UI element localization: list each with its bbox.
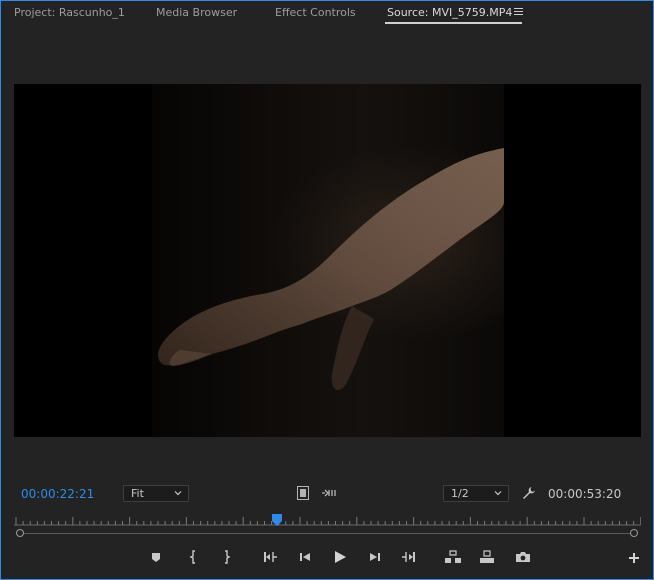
zoom-end-handle[interactable] [630,529,638,537]
go-to-in-icon [264,552,277,562]
duration-timecode: 00:00:53:20 [548,487,622,501]
add-marker-button[interactable] [147,549,165,565]
overwrite-button[interactable] [478,549,496,565]
current-timecode[interactable]: 00:00:22:21 [21,487,94,501]
video-frame-image [152,84,504,437]
tab-project[interactable]: Project: Rascunho_1 [14,6,125,24]
zoom-level-select[interactable]: Fit [123,485,189,502]
playback-resolution-value: 1/2 [451,487,469,500]
drag-audio-video-icon[interactable] [321,488,337,498]
camera-icon [516,552,530,562]
film-settings-icon[interactable] [297,486,309,500]
zoom-scroll-bar[interactable] [20,533,634,534]
go-to-out-icon [402,552,415,562]
play-button[interactable] [331,549,349,565]
wrench-icon[interactable] [522,486,536,500]
zoom-start-handle[interactable] [16,529,24,537]
panel-tab-bar: Project: Rascunho_1 Media Browser Effect… [0,0,654,28]
tab-media-browser[interactable]: Media Browser [156,6,237,24]
step-forward-icon [370,553,380,561]
mark-out-icon [225,550,231,564]
overwrite-icon [480,550,494,563]
mark-out-button[interactable] [217,549,235,565]
button-editor-plus-icon[interactable] [628,552,640,564]
panel-menu-icon[interactable] [514,8,523,16]
hand-image [158,148,504,391]
mark-in-button[interactable] [185,549,203,565]
mark-in-icon [189,550,195,564]
go-to-in-button[interactable] [261,549,279,565]
tab-effect-controls[interactable]: Effect Controls [275,6,356,24]
active-tab-indicator [385,22,522,24]
chevron-down-icon [494,491,502,496]
insert-button[interactable] [444,549,462,565]
video-preview[interactable] [14,84,641,437]
add-marker-icon [152,553,160,562]
go-to-out-button[interactable] [400,549,418,565]
insert-icon [445,550,461,563]
chevron-down-icon [174,491,182,496]
play-icon [335,551,346,563]
step-back-icon [300,553,310,561]
step-back-button[interactable] [296,549,314,565]
export-frame-button[interactable] [514,549,532,565]
time-ruler[interactable] [14,512,641,526]
step-forward-button[interactable] [366,549,384,565]
playhead-icon[interactable] [272,514,282,526]
zoom-level-value: Fit [131,487,144,500]
playback-resolution-select[interactable]: 1/2 [443,485,509,502]
